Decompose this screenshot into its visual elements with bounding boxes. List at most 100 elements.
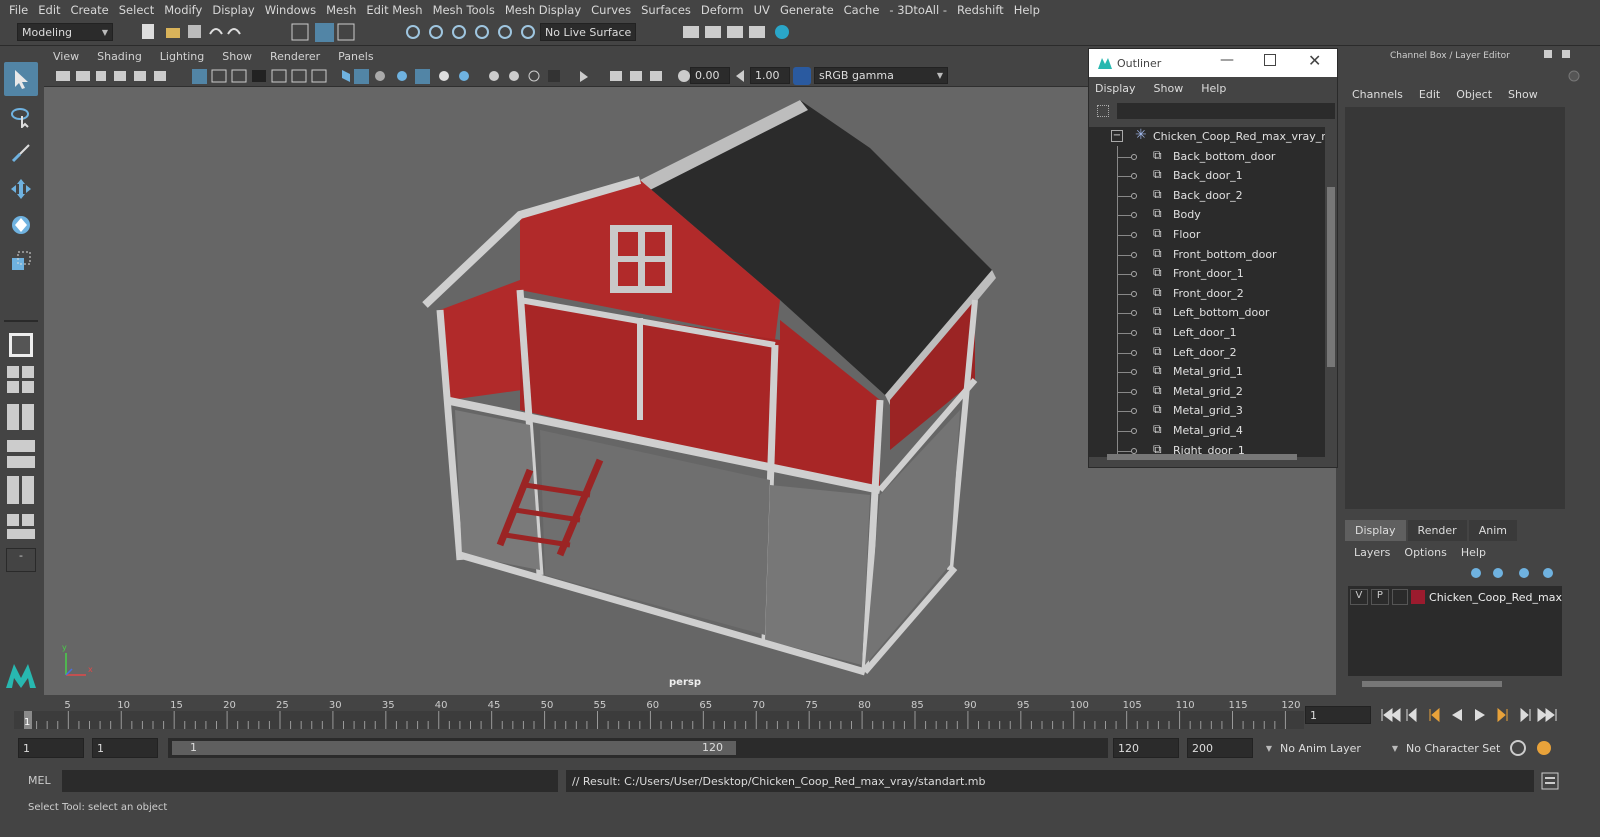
menu-deform-13[interactable]: Deform xyxy=(701,3,744,17)
render-icons[interactable] xyxy=(680,22,800,42)
current-frame-field[interactable]: 1 xyxy=(1305,706,1371,724)
menu-modify-4[interactable]: Modify xyxy=(164,3,202,17)
range-slider-handle[interactable] xyxy=(172,741,736,755)
command-input[interactable] xyxy=(62,770,558,792)
outliner-item[interactable]: ⧉ Floor xyxy=(1089,225,1325,245)
hscroll-thumb[interactable] xyxy=(1362,681,1502,687)
outliner-item[interactable]: ⧉ Body xyxy=(1089,205,1325,225)
script-language-label[interactable]: MEL xyxy=(28,774,51,787)
outliner-item[interactable]: ⧉ Metal_grid_4 xyxy=(1089,421,1325,441)
outliner-vscrollbar[interactable] xyxy=(1325,127,1337,447)
viewport-menu-shading[interactable]: Shading xyxy=(97,50,142,63)
menu-edit-mesh-8[interactable]: Edit Mesh xyxy=(366,3,422,17)
channelbox-menu-show[interactable]: Show xyxy=(1508,88,1538,101)
layer-color-swatch[interactable] xyxy=(1410,590,1426,604)
color-management-icon[interactable] xyxy=(793,67,811,85)
outliner-menu-show[interactable]: Show xyxy=(1154,82,1184,95)
select-tool-button[interactable] xyxy=(4,62,38,96)
menu-display-5[interactable]: Display xyxy=(212,3,254,17)
menu-edit-1[interactable]: Edit xyxy=(38,3,60,17)
menu-mesh-tools-9[interactable]: Mesh Tools xyxy=(433,3,495,17)
outliner-item[interactable]: ⧉ Metal_grid_3 xyxy=(1089,401,1325,421)
layer-tab-display[interactable]: Display xyxy=(1345,520,1406,541)
viewport-menu-panels[interactable]: Panels xyxy=(338,50,373,63)
layer-reference-toggle[interactable] xyxy=(1391,589,1408,605)
outliner-item[interactable]: ⧉ Metal_grid_1 xyxy=(1089,362,1325,382)
color-space-dropdown[interactable]: sRGB gamma ▼ xyxy=(814,67,948,84)
outliner-item[interactable]: ⧉ Front_bottom_door xyxy=(1089,245,1325,265)
channelbox-icons[interactable] xyxy=(1540,48,1596,88)
time-slider[interactable]: 5 10 15 20 25 30 35 40 45 50 55 60 65 70 75 80 85 90 95 100… xyxy=(14,697,1304,729)
viewport-menu-show[interactable]: Show xyxy=(222,50,252,63)
menu-help-19[interactable]: Help xyxy=(1014,3,1040,17)
rotate-tool-button[interactable] xyxy=(4,208,38,242)
menu-mesh-display-10[interactable]: Mesh Display xyxy=(505,3,581,17)
filter-icon[interactable] xyxy=(1097,105,1109,117)
viewport-menu-lighting[interactable]: Lighting xyxy=(160,50,204,63)
outliner-item[interactable]: ⧉ Back_door_2 xyxy=(1089,186,1325,206)
outliner-item[interactable]: ⧉ Metal_grid_2 xyxy=(1089,382,1325,402)
outliner-menu-help[interactable]: Help xyxy=(1201,82,1226,95)
channelbox-menu-edit[interactable]: Edit xyxy=(1419,88,1440,101)
layer-tab-render[interactable]: Render xyxy=(1407,520,1467,541)
outliner-item[interactable]: ⧉ Back_bottom_door xyxy=(1089,147,1325,167)
anim-end-field[interactable]: 120 xyxy=(1113,738,1179,758)
selection-mode-icons[interactable] xyxy=(290,22,360,42)
viewport-menu-view[interactable]: View xyxy=(53,50,79,63)
single-view-button[interactable] xyxy=(4,328,38,362)
exposure-field[interactable]: 0.00 xyxy=(690,67,730,84)
viewport-toolbar-icons[interactable] xyxy=(54,68,714,84)
move-tool-button[interactable] xyxy=(4,172,38,206)
auto-key-icons[interactable] xyxy=(1508,738,1558,758)
outliner-hscrollbar[interactable] xyxy=(1093,451,1321,463)
script-editor-icon[interactable] xyxy=(1541,772,1559,790)
layer-hscrollbar[interactable] xyxy=(1348,678,1562,690)
more-layouts-button[interactable]: - xyxy=(6,548,36,572)
menu-curves-11[interactable]: Curves xyxy=(591,3,631,17)
menu-cache-16[interactable]: Cache xyxy=(844,3,880,17)
channelbox-menu-channels[interactable]: Channels xyxy=(1352,88,1403,101)
outliner-search-input[interactable] xyxy=(1117,103,1335,119)
outliner-item[interactable]: ⧉ Back_door_1 xyxy=(1089,166,1325,186)
menu-redshift-18[interactable]: Redshift xyxy=(957,3,1004,17)
channelbox-menu-object[interactable]: Object xyxy=(1456,88,1492,101)
menu-mesh-7[interactable]: Mesh xyxy=(326,3,356,17)
scroll-thumb[interactable] xyxy=(1327,187,1335,367)
layer-visibility-toggle[interactable]: V xyxy=(1350,589,1368,605)
layer-menu-options[interactable]: Options xyxy=(1404,546,1446,559)
outliner-item[interactable]: ⧉ Left_bottom_door xyxy=(1089,303,1325,323)
layer-menu-help[interactable]: Help xyxy=(1461,546,1486,559)
menu-windows-6[interactable]: Windows xyxy=(265,3,316,17)
hscroll-thumb[interactable] xyxy=(1107,454,1297,460)
outliner-item[interactable]: ⧉ Front_door_1 xyxy=(1089,264,1325,284)
anim-start-field[interactable]: 1 xyxy=(92,738,158,758)
menu-select-3[interactable]: Select xyxy=(119,3,154,17)
layer-row[interactable]: V P Chicken_Coop_Red_max xyxy=(1348,588,1562,606)
viewport-menu-renderer[interactable]: Renderer xyxy=(270,50,320,63)
file-tools-icons[interactable] xyxy=(136,22,246,42)
gamma-field[interactable]: 1.00 xyxy=(750,67,790,84)
paint-select-button[interactable] xyxy=(4,136,38,170)
playback-controls[interactable] xyxy=(1380,705,1558,725)
outliner-item[interactable]: ⧉ Left_door_1 xyxy=(1089,323,1325,343)
layout-presets-icons[interactable] xyxy=(6,364,38,564)
lasso-tool-button[interactable] xyxy=(4,100,38,134)
outliner-item[interactable]: ⧉ Left_door_2 xyxy=(1089,343,1325,363)
maximize-icon[interactable] xyxy=(1264,54,1276,66)
end-frame-field[interactable]: 200 xyxy=(1187,738,1253,758)
character-set-dropdown[interactable]: ▼ No Character Set xyxy=(1384,738,1504,758)
outliner-titlebar[interactable]: Outliner — ✕ xyxy=(1089,49,1337,77)
menu-set-dropdown[interactable]: Modeling ▼ xyxy=(17,23,113,41)
layer-action-icons[interactable] xyxy=(1468,566,1558,580)
close-icon[interactable]: ✕ xyxy=(1308,51,1321,70)
menu-file-0[interactable]: File xyxy=(9,3,28,17)
minimize-icon[interactable]: — xyxy=(1220,52,1234,68)
layer-menu-layers[interactable]: Layers xyxy=(1354,546,1390,559)
live-surface-field[interactable]: No Live Surface xyxy=(540,23,636,41)
start-frame-field[interactable]: 1 xyxy=(18,738,84,758)
layer-playback-toggle[interactable]: P xyxy=(1370,589,1389,605)
collapse-icon[interactable]: − xyxy=(1111,130,1123,142)
anim-layer-dropdown[interactable]: ▼ No Anim Layer xyxy=(1258,738,1398,758)
outliner-root-row[interactable]: −✳ Chicken_Coop_Red_max_vray_ncl1 xyxy=(1089,127,1325,147)
range-slider[interactable]: 1 120 xyxy=(168,738,1108,758)
